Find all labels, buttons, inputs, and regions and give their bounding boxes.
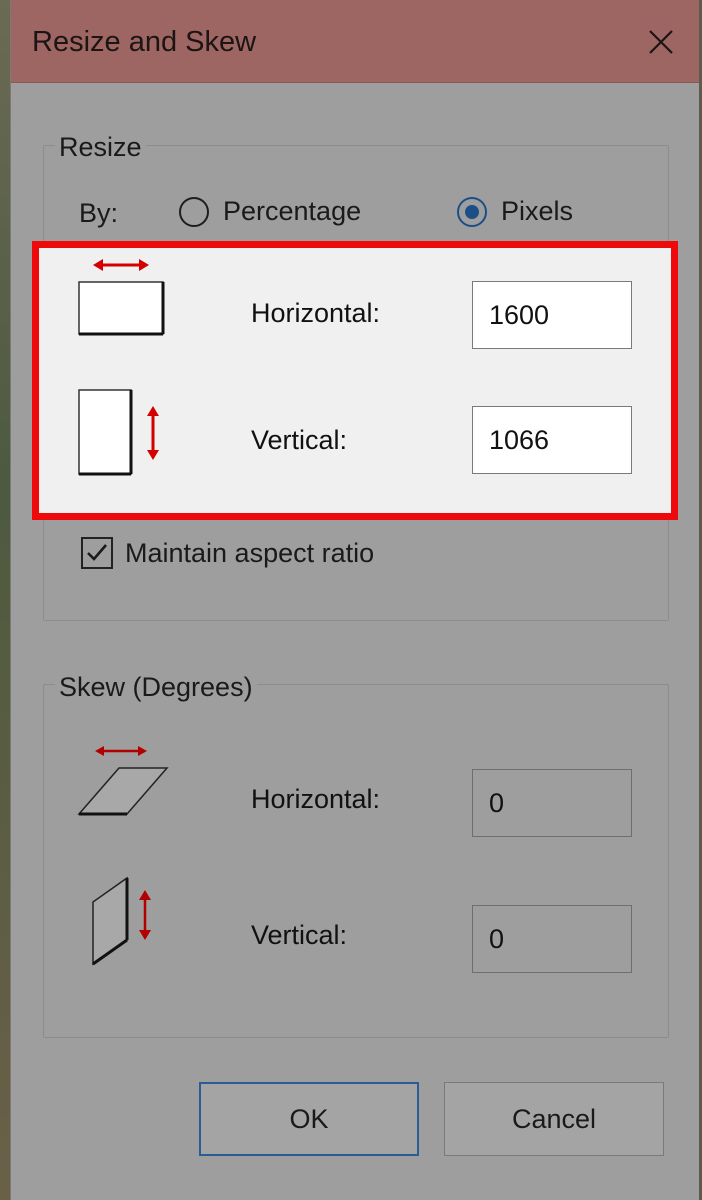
close-button[interactable]: [641, 22, 681, 62]
resize-group-label: Resize: [55, 132, 146, 163]
checkmark-icon: [87, 544, 107, 561]
pixels-radio-label: Pixels: [501, 196, 574, 226]
resize-vertical-input[interactable]: [472, 406, 632, 474]
skew-horizontal-label: Horizontal:: [251, 784, 381, 814]
maintain-aspect-label: Maintain aspect ratio: [125, 537, 375, 568]
cancel-button[interactable]: Cancel: [444, 1082, 664, 1156]
resize-vertical-label: Vertical:: [251, 425, 348, 455]
resize-skew-dialog: Resize and Skew Resize By: Percentage Pi…: [10, 0, 699, 1200]
resize-horizontal-icon: [78, 259, 165, 336]
maintain-aspect-checkbox-box: [81, 537, 113, 569]
resize-horizontal-label: Horizontal:: [251, 298, 381, 328]
dialog-title: Resize and Skew: [32, 26, 257, 58]
skew-vertical-icon: [92, 876, 151, 966]
pixels-radio-dot: [465, 204, 479, 219]
title-bar[interactable]: Resize and Skew: [11, 0, 699, 83]
percentage-radio-label: Percentage: [223, 196, 362, 226]
close-icon: [649, 30, 673, 54]
resize-horizontal-input[interactable]: [472, 281, 632, 349]
percentage-radio-circle: [179, 196, 209, 227]
pixels-radio[interactable]: Pixels: [457, 196, 573, 227]
skew-horizontal-icon: [77, 746, 169, 816]
percentage-radio[interactable]: Percentage: [179, 196, 361, 227]
ok-button[interactable]: OK: [199, 1082, 419, 1156]
background-strip: [0, 0, 10, 1200]
maintain-aspect-checkbox[interactable]: Maintain aspect ratio: [81, 537, 374, 569]
skew-horizontal-input[interactable]: [472, 769, 632, 837]
skew-group-label: Skew (Degrees): [55, 672, 257, 703]
resize-vertical-icon: [78, 389, 159, 476]
pixels-radio-circle: [457, 196, 487, 227]
skew-vertical-input[interactable]: [472, 905, 632, 973]
skew-vertical-label: Vertical:: [251, 920, 348, 950]
by-label: By:: [79, 198, 119, 228]
